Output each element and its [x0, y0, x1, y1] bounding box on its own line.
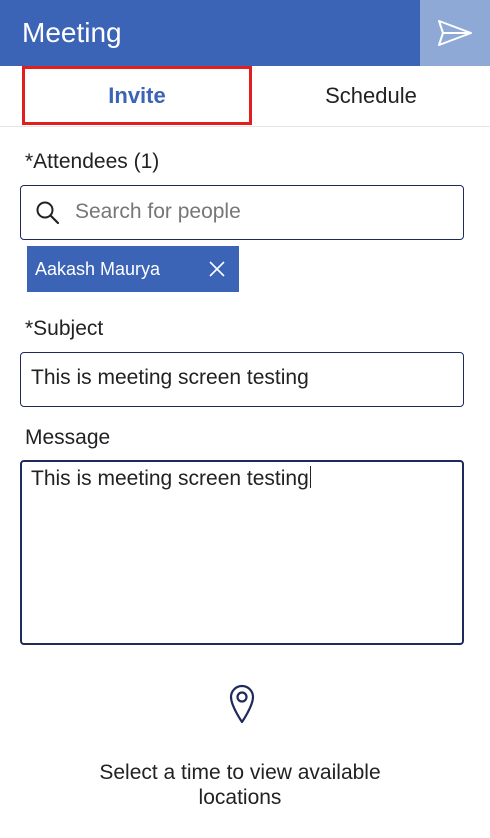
send-icon — [438, 20, 472, 46]
tab-bar: Invite Schedule — [0, 66, 490, 127]
tab-schedule[interactable]: Schedule — [252, 66, 490, 126]
location-hint-line-1: Select a time to view available — [99, 761, 381, 784]
subject-label: *Subject — [25, 317, 104, 340]
attendees-label: *Attendees (1) — [25, 150, 160, 173]
map-pin-icon — [229, 684, 255, 724]
page-title: Meeting — [22, 17, 122, 48]
people-search-input[interactable]: Search for people — [20, 185, 464, 240]
message-value: This is meeting screen testing — [31, 467, 309, 490]
close-icon[interactable] — [207, 259, 227, 279]
message-label: Message — [25, 426, 111, 449]
meeting-screen: Meeting Invite Schedule *Attendees (1) S… — [0, 0, 490, 838]
subject-input[interactable]: This is meeting screen testing — [20, 352, 464, 407]
text-cursor — [309, 466, 311, 488]
tab-invite-label: Invite — [108, 82, 166, 108]
location-hint-line-2: locations — [198, 786, 282, 809]
header-bar: Meeting — [0, 0, 490, 66]
tab-invite[interactable]: Invite — [22, 66, 252, 125]
message-textarea[interactable]: This is meeting screen testing — [20, 460, 464, 645]
attendee-chip-name: Aakash Maurya — [35, 258, 161, 279]
search-placeholder: Search for people — [75, 200, 241, 223]
send-button[interactable] — [420, 0, 490, 66]
subject-value: This is meeting screen testing — [31, 366, 309, 389]
search-icon — [36, 201, 60, 225]
attendee-chip: Aakash Maurya — [27, 246, 239, 292]
location-hint: Select a time to view available location… — [0, 760, 480, 810]
tab-schedule-label: Schedule — [325, 83, 417, 108]
